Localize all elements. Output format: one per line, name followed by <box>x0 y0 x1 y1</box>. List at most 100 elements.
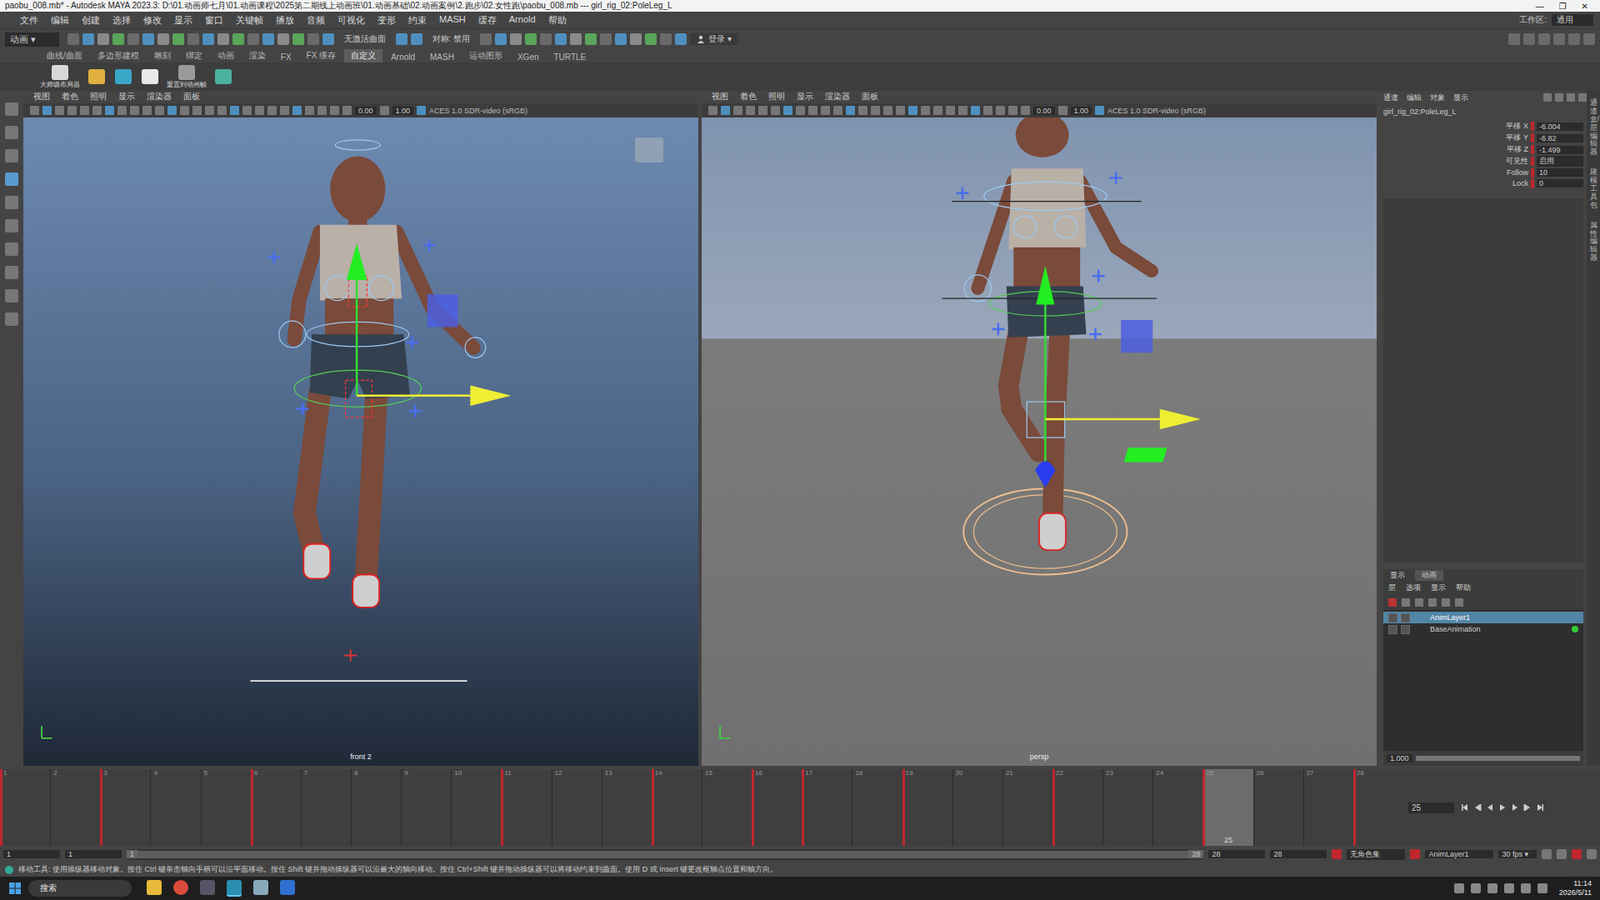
shelf-tab[interactable]: MASH <box>423 51 461 63</box>
layer-editor-menu-item[interactable]: 选项 <box>1405 582 1421 594</box>
frame-tick[interactable]: 1 <box>0 769 50 846</box>
character-set-dropdown[interactable]: 无角色集 <box>1346 849 1405 860</box>
viewport-tool-icon[interactable] <box>970 105 980 115</box>
viewport-menu-item[interactable]: 照明 <box>90 91 107 103</box>
viewport-tool-icon[interactable] <box>217 105 227 115</box>
end-time-field[interactable]: 28 <box>1270 850 1327 859</box>
status-tool-icon[interactable] <box>277 33 290 45</box>
frame-tick[interactable]: 9 <box>400 769 451 846</box>
viewport-menu-item[interactable]: 渲染器 <box>825 91 850 103</box>
range-bar[interactable]: 128 <box>126 849 1204 860</box>
locator-icon[interactable] <box>296 402 310 415</box>
viewport-tool-icon[interactable] <box>745 105 755 115</box>
viewport-tool-icon[interactable] <box>130 105 140 115</box>
keyframe-mark[interactable] <box>751 769 755 846</box>
channel-box-menu-item[interactable]: 显示 <box>1453 92 1469 104</box>
shelf-button[interactable]: 重置到动画帧 <box>166 65 207 90</box>
status-tool-icon[interactable] <box>395 33 408 45</box>
fps-dropdown[interactable]: 30 fps ▾ <box>1498 850 1537 859</box>
channel-box-tool-icon[interactable] <box>1555 93 1564 102</box>
anim-layer-row[interactable]: AnimLayer1 <box>1383 611 1584 624</box>
viewport-tool-icon[interactable] <box>895 105 905 115</box>
menu-item[interactable]: MASH <box>439 14 466 27</box>
status-tool-icon[interactable] <box>630 33 642 45</box>
viewport-tool-icon[interactable] <box>945 105 955 115</box>
viewport-tool-icon[interactable] <box>305 105 315 115</box>
viewport-tool-icon[interactable] <box>230 105 240 115</box>
viewport-tool-icon[interactable] <box>920 105 930 115</box>
frame-tick[interactable]: 4 <box>150 769 200 846</box>
tray-icon[interactable] <box>1470 883 1481 894</box>
shelf-tab[interactable]: FX 缓存 <box>300 49 344 63</box>
viewport-tool-icon[interactable] <box>720 105 730 115</box>
anim-layer-icon[interactable] <box>1410 849 1420 860</box>
viewport-tool-icon[interactable] <box>958 105 968 115</box>
locator-icon[interactable] <box>405 336 419 350</box>
viewport-tool-icon[interactable] <box>820 105 830 115</box>
viewport-menu-item[interactable]: 面板 <box>861 91 879 103</box>
plane-handle-icon[interactable] <box>1124 447 1168 462</box>
color-management-icon[interactable] <box>416 105 426 115</box>
menu-item[interactable]: 编辑 <box>50 14 70 27</box>
app-icon[interactable] <box>280 880 295 895</box>
layer-editor-tab[interactable]: 显示 <box>1383 570 1412 581</box>
gamma-field[interactable]: 1.00 <box>1070 106 1093 115</box>
shelf-button[interactable] <box>213 69 234 85</box>
app-icon[interactable] <box>200 880 215 895</box>
color-management-icon[interactable] <box>1095 105 1105 115</box>
status-tool-icon[interactable] <box>480 33 492 45</box>
menu-item[interactable]: 选择 <box>112 14 131 27</box>
last-icon[interactable] <box>1535 803 1545 812</box>
keyframe-mark[interactable] <box>651 769 655 846</box>
channel-row[interactable]: 平移 Y-6.82 <box>1478 132 1584 144</box>
tool-icon[interactable] <box>5 219 19 233</box>
window-control-button[interactable]: — <box>1535 1 1545 11</box>
status-tool-icon[interactable] <box>202 33 215 45</box>
layer-tool-icon[interactable] <box>1441 598 1450 607</box>
side-tab[interactable]: 属性编辑器 <box>1590 221 1598 263</box>
menu-item[interactable]: 显示 <box>174 14 193 27</box>
status-tool-icon[interactable] <box>1508 33 1520 45</box>
frame-tick[interactable]: 26 <box>1253 769 1304 846</box>
viewport-tool-icon[interactable] <box>117 105 127 115</box>
layer-editor-menu-item[interactable]: 层 <box>1388 582 1396 594</box>
viewport-menu-item[interactable]: 显示 <box>796 91 814 103</box>
menu-item[interactable]: 文件 <box>20 14 39 27</box>
plane-handle-icon[interactable] <box>427 294 459 327</box>
viewport-tool-icon[interactable] <box>1020 105 1030 115</box>
locator-icon[interactable] <box>1089 328 1102 341</box>
tool-icon[interactable] <box>5 102 19 116</box>
layer-tool-icon[interactable] <box>1415 598 1424 607</box>
tray-icon[interactable] <box>1537 883 1548 894</box>
x-axis-arrow-icon[interactable] <box>470 385 511 407</box>
node-name[interactable]: girl_rig_02:PoleLeg_L <box>1383 104 1587 121</box>
frame-tick[interactable]: 10 <box>450 769 501 846</box>
viewport-tool-icon[interactable] <box>1008 105 1018 115</box>
live-surface-label[interactable]: 无激活曲面 <box>337 33 393 45</box>
locator-icon[interactable] <box>1092 270 1105 283</box>
frame-tick[interactable]: 17 <box>801 769 852 846</box>
side-tab[interactable]: 通道盒/层编辑器 <box>1590 99 1598 157</box>
color-space-label[interactable]: ACES 1.0 SDR-video (sRGB) <box>1107 106 1206 115</box>
status-tool-icon[interactable] <box>112 33 125 45</box>
layer-editor-menu-item[interactable]: 显示 <box>1430 582 1446 594</box>
frame-tick[interactable]: 23 <box>1102 769 1153 846</box>
frame-tick[interactable]: 7 <box>300 769 351 846</box>
tool-icon[interactable] <box>5 242 19 256</box>
window-control-button[interactable]: ❐ <box>1559 1 1567 11</box>
chrome-icon[interactable] <box>173 880 189 895</box>
frame-tick[interactable]: 22 <box>1052 769 1103 846</box>
playback-end-field[interactable]: 28 <box>1208 850 1265 859</box>
status-tool-icon[interactable] <box>82 33 95 45</box>
tool-icon[interactable] <box>5 172 19 186</box>
layer-visibility-box[interactable] <box>1388 613 1398 623</box>
window-control-button[interactable]: ✕ <box>1581 1 1589 11</box>
menu-item[interactable]: 窗口 <box>205 14 224 27</box>
frame-tick[interactable]: 15 <box>701 769 752 846</box>
y-axis-arrow-icon[interactable] <box>346 243 368 280</box>
file-explorer-icon[interactable] <box>146 880 162 895</box>
first-icon[interactable] <box>1460 803 1470 812</box>
frame-tick[interactable]: 18 <box>851 769 902 846</box>
viewport-tool-icon[interactable] <box>908 105 918 115</box>
keyframe-mark[interactable] <box>0 769 3 846</box>
